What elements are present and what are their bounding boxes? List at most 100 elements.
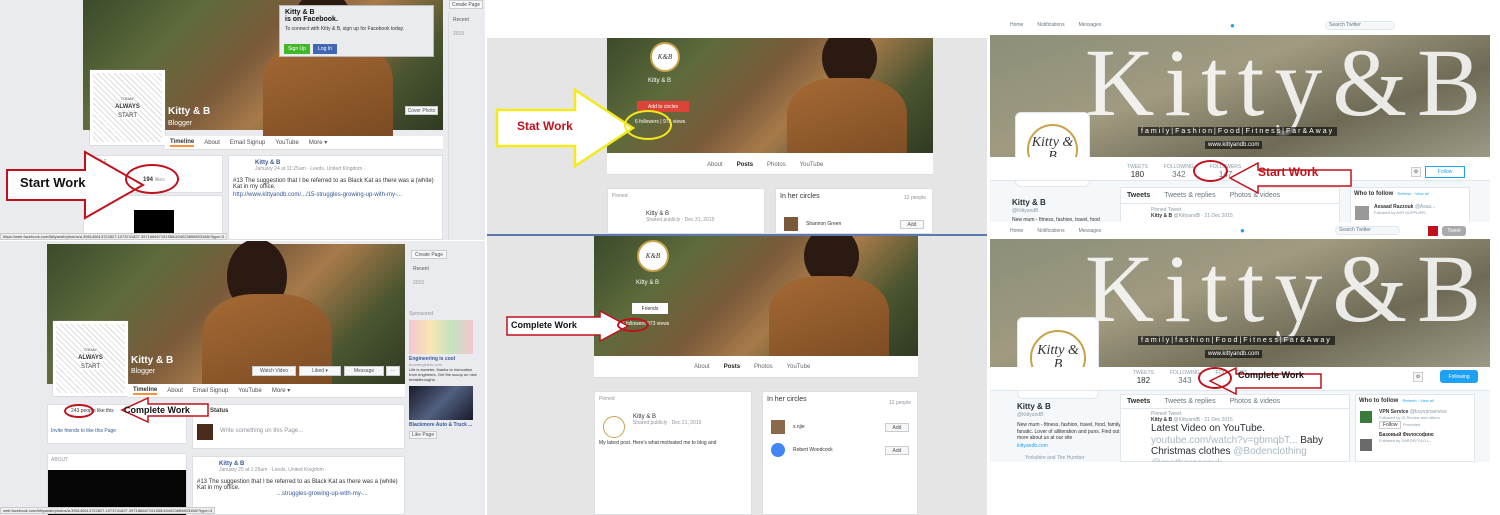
follow-button[interactable]: Follow (1425, 166, 1465, 178)
gplus-tabs: About Posts Photos YouTube (707, 162, 837, 168)
post-link[interactable]: http://www.kittyandb.com/.../15-struggle… (233, 192, 438, 198)
tab-youtube[interactable]: YouTube (238, 388, 262, 394)
tab-photos[interactable]: Photos (754, 364, 773, 370)
status-tab[interactable]: Status (210, 408, 401, 414)
post-card: Kitty & B January 25 at 1:25am · Leeds, … (192, 456, 405, 515)
add-button[interactable]: Add (885, 423, 909, 432)
tab-replies[interactable]: Tweets & replies (1164, 398, 1215, 405)
tab-posts[interactable]: Posts (737, 162, 753, 168)
wtf-links[interactable]: · Refresh · View all (1400, 398, 1434, 403)
recent-link[interactable]: Recent (413, 266, 437, 272)
stat-following[interactable]: FOLLOWING 342 (1164, 164, 1194, 179)
add-button[interactable]: Add (900, 220, 924, 229)
banner-site: www.kittyandb.com (1205, 141, 1263, 149)
about-heading: ABOUT (51, 457, 69, 463)
tweet-link[interactable]: youtube.com/watch?v=gbmqbT... (1151, 435, 1297, 446)
tab-youtube[interactable]: YouTube (787, 364, 811, 370)
person-name[interactable]: Robert Woodcock (793, 447, 833, 453)
like-page-button[interactable]: Like Page (409, 431, 437, 439)
nav-home[interactable]: Home (1010, 22, 1023, 28)
tab-timeline[interactable]: Timeline (170, 139, 195, 147)
settings-icon[interactable]: ⚙ (1411, 167, 1421, 177)
tab-posts[interactable]: Posts (724, 364, 740, 370)
tab-more[interactable]: More ▾ (272, 387, 290, 394)
settings-icon[interactable]: ⚙ (1413, 372, 1423, 382)
stat-tweets[interactable]: TWEETS 180 (1127, 164, 1148, 179)
tab-about[interactable]: About (204, 140, 220, 146)
add-button[interactable]: Add (885, 446, 909, 455)
twitter-name: Kitty & B (1017, 402, 1051, 411)
recent-link[interactable]: Recent (453, 17, 481, 23)
timeline-recent[interactable]: Recent 2015 (448, 12, 485, 240)
post-meta: Shared publicly · Dec 31, 2015 (646, 217, 715, 223)
tweet-author[interactable]: Kitty & B (1151, 213, 1172, 219)
watch-video-button[interactable]: Watch Video (252, 366, 296, 376)
stat-tweets[interactable]: TWEETS 182 (1133, 370, 1154, 385)
tab-tweets[interactable]: Tweets (1127, 192, 1150, 199)
wtf-avatar (1360, 439, 1372, 451)
ad1-image[interactable] (409, 320, 473, 354)
twitter-top-panel: Home Notifications Messages ● Search Twi… (990, 15, 1490, 233)
circles-card: In her circles 12 people s.njie Add Robe… (762, 391, 918, 515)
ad2-image[interactable] (409, 386, 473, 420)
tab-youtube[interactable]: YouTube (800, 162, 824, 168)
tab-email-signup[interactable]: Email Signup (230, 140, 265, 146)
complete-work-label: Complete Work (511, 320, 577, 330)
following-button[interactable]: Following (1440, 370, 1478, 383)
twitter-name: Kitty & B (1012, 198, 1046, 207)
tab-about[interactable]: About (707, 162, 723, 168)
message-button[interactable]: Message (344, 366, 384, 376)
pinned-card: Pinned Kitty & B Shared publicly · Dec 3… (607, 188, 765, 234)
tab-about[interactable]: About (167, 388, 183, 394)
year-link[interactable]: 2015 (413, 280, 437, 286)
tab-photos[interactable]: Photos & videos (1230, 398, 1281, 405)
tab-photos[interactable]: Photos (767, 162, 786, 168)
nav-notifications[interactable]: Notifications (1037, 228, 1064, 234)
about-card: ABOUT (47, 453, 187, 515)
tab-email-signup[interactable]: Email Signup (193, 388, 228, 394)
create-page-button[interactable]: Create Page (411, 250, 447, 259)
status-input[interactable]: Write something on this Page... (220, 428, 401, 434)
cover-photo-button[interactable]: Cover Photo (405, 106, 438, 115)
stat-following[interactable]: FOLLOWING 343 (1170, 370, 1200, 385)
person-name[interactable]: s.njie (793, 424, 805, 430)
tab-replies[interactable]: Tweets & replies (1164, 192, 1215, 199)
tab-more[interactable]: More ▾ (309, 139, 327, 146)
status-url: https://web.facebook.com/kittyandb/photo… (0, 233, 228, 240)
more-button[interactable]: ··· (386, 366, 400, 376)
invite-link[interactable]: Invite friends to like this Page (51, 428, 183, 434)
followers-highlight (617, 318, 649, 332)
banner-title: Kitty&B (1085, 235, 1490, 342)
tab-tweets[interactable]: Tweets (1127, 398, 1150, 405)
wtf-avatar (1355, 206, 1369, 220)
nav-home[interactable]: Home (1010, 228, 1023, 234)
post-link[interactable]: ...struggles-growing-up-with-my-... (277, 491, 400, 497)
facebook-top-panel: Kitty & B is on Facebook. To connect wit… (0, 0, 485, 240)
friends-button[interactable]: Friends (632, 303, 668, 314)
person-name[interactable]: Shannon Green (806, 221, 841, 227)
wtf1-follow-button[interactable]: Follow (1379, 421, 1402, 429)
wtf-links[interactable]: · Refresh · View all (1395, 191, 1429, 196)
followers-highlight (624, 110, 672, 140)
year-link[interactable]: 2015 (453, 31, 481, 37)
start-work-label: Start Work (1258, 165, 1319, 179)
tab-about[interactable]: About (694, 364, 710, 370)
post-meta: Shared publicly · Dec 21, 2015 (633, 420, 702, 426)
ad2-title[interactable]: Blackmore Auto & Truck ... (409, 422, 479, 428)
post-text: #13 The suggestion that I be referred to… (233, 178, 434, 190)
pinned-card: Pinned Kitty & B Shared publicly · Dec 2… (594, 391, 752, 515)
timeline-recent[interactable]: Recent 2015 (410, 263, 440, 289)
facebook-bottom-panel: TODAY ALWAYS START Kitty & B Blogger Wat… (0, 241, 485, 515)
twitter-handle: @KittyandB (1012, 208, 1039, 214)
sponsored-heading: Sponsored (409, 311, 434, 317)
signup-button[interactable]: Sign Up (284, 44, 310, 54)
tab-youtube[interactable]: YouTube (275, 140, 299, 146)
status-avatar (197, 424, 213, 440)
nav-notifications[interactable]: Notifications (1037, 22, 1064, 28)
create-page-button[interactable]: Create Page (449, 0, 483, 9)
liked-button[interactable]: Liked ▾ (299, 366, 341, 376)
tab-timeline[interactable]: Timeline (133, 387, 158, 395)
page-category: Blogger (168, 120, 193, 127)
login-button[interactable]: Log In (313, 44, 337, 54)
bio-link[interactable]: kittyandb.com (1017, 443, 1048, 449)
